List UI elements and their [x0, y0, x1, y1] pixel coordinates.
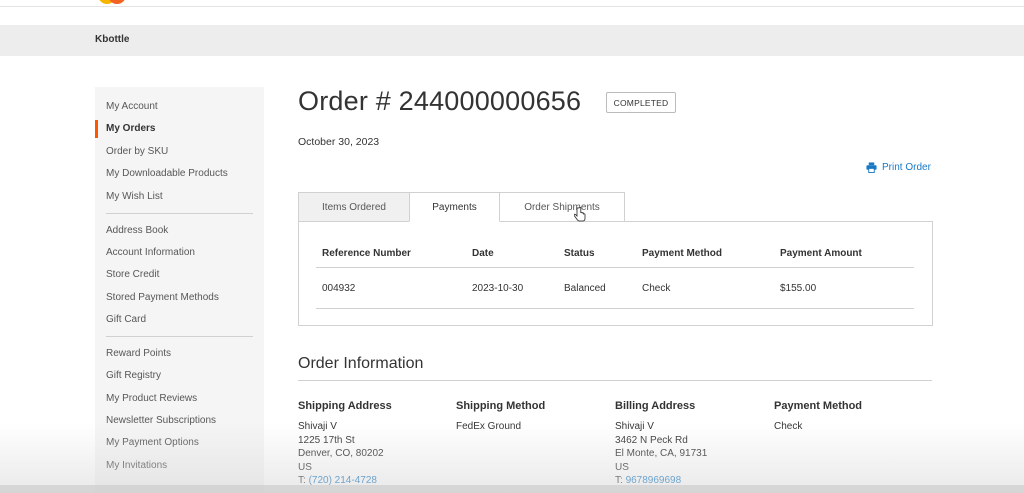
sidebar-item-gift-registry[interactable]: Gift Registry [106, 370, 161, 381]
page-title-bar: Kbottle [0, 25, 1024, 56]
column-header-payment-method: Payment Method [642, 248, 723, 259]
sidebar-item-address-book[interactable]: Address Book [106, 225, 168, 236]
billing-address-line: 3462 N Peck Rd [615, 435, 688, 446]
section-divider [298, 380, 932, 381]
shipping-method-title: Shipping Method [456, 400, 546, 412]
payment-method-title: Payment Method [774, 400, 863, 412]
sidebar-item-product-reviews[interactable]: My Product Reviews [106, 393, 197, 404]
shipping-address-title: Shipping Address [298, 400, 392, 412]
sidebar-item-my-account[interactable]: My Account [106, 101, 158, 112]
header-divider [0, 6, 1024, 7]
table-cell-payment-method: Check [642, 283, 671, 294]
sidebar-item-order-by-sku[interactable]: Order by SKU [106, 146, 168, 157]
billing-address-line: El Monte, CA, 91731 [615, 448, 708, 459]
sidebar-divider [106, 213, 253, 214]
shipping-address-line: Denver, CO, 80202 [298, 448, 384, 459]
browser-status-bar [0, 485, 1024, 493]
sidebar-item-wish-list[interactable]: My Wish List [106, 191, 163, 202]
shipping-address-line: 1225 17th St [298, 435, 355, 446]
sidebar-item-store-credit[interactable]: Store Credit [106, 269, 159, 280]
table-cell-reference: 004932 [322, 283, 356, 294]
print-order-link[interactable]: Print Order [866, 162, 931, 173]
pointer-cursor-icon [574, 207, 586, 222]
payments-panel: Reference Number Date Status Payment Met… [298, 221, 933, 326]
status-badge: COMPLETED [606, 92, 676, 113]
tab-order-shipments[interactable]: Order Shipments [499, 192, 625, 222]
billing-address-title: Billing Address [615, 400, 696, 412]
sidebar-item-invitations[interactable]: My Invitations [106, 460, 167, 471]
table-cell-date: 2023-10-30 [472, 283, 524, 294]
column-header-reference: Reference Number [322, 248, 411, 259]
sidebar-item-newsletter-subscriptions[interactable]: Newsletter Subscriptions [106, 415, 216, 426]
store-name: Kbottle [95, 34, 130, 45]
payment-method-value: Check [774, 421, 803, 432]
shipping-address-line: Shivaji V [298, 421, 337, 432]
shipping-address-line: US [298, 462, 312, 473]
table-header-divider [316, 267, 914, 268]
page-title: Order # 244000000656 [298, 86, 582, 116]
table-cell-status: Balanced [564, 283, 606, 294]
tab-payments[interactable]: Payments [409, 192, 500, 222]
sidebar-item-gift-card[interactable]: Gift Card [106, 314, 146, 325]
table-row-divider [316, 308, 914, 309]
order-information-title: Order Information [298, 355, 424, 372]
table-cell-payment-amount: $155.00 [780, 283, 817, 294]
sidebar-item-reward-points[interactable]: Reward Points [106, 348, 171, 359]
sidebar-item-downloadable-products[interactable]: My Downloadable Products [106, 168, 228, 179]
column-header-date: Date [472, 248, 494, 259]
sidebar-item-account-information[interactable]: Account Information [106, 247, 195, 258]
account-sidebar: My Account My Orders Order by SKU My Dow… [95, 87, 264, 493]
tab-items-ordered[interactable]: Items Ordered [298, 192, 410, 222]
print-order-label: Print Order [882, 162, 931, 173]
column-header-status: Status [564, 248, 595, 259]
billing-address-line: US [615, 462, 629, 473]
order-date: October 30, 2023 [298, 136, 380, 148]
printer-icon [866, 162, 877, 173]
column-header-payment-amount: Payment Amount [780, 248, 862, 259]
sidebar-item-stored-payment-methods[interactable]: Stored Payment Methods [106, 292, 219, 303]
shipping-method-value: FedEx Ground [456, 421, 522, 432]
sidebar-active-indicator [95, 120, 98, 138]
sidebar-divider [106, 336, 253, 337]
sidebar-item-my-orders[interactable]: My Orders [106, 123, 155, 134]
billing-address-line: Shivaji V [615, 421, 654, 432]
sidebar-item-payment-options[interactable]: My Payment Options [106, 437, 199, 448]
